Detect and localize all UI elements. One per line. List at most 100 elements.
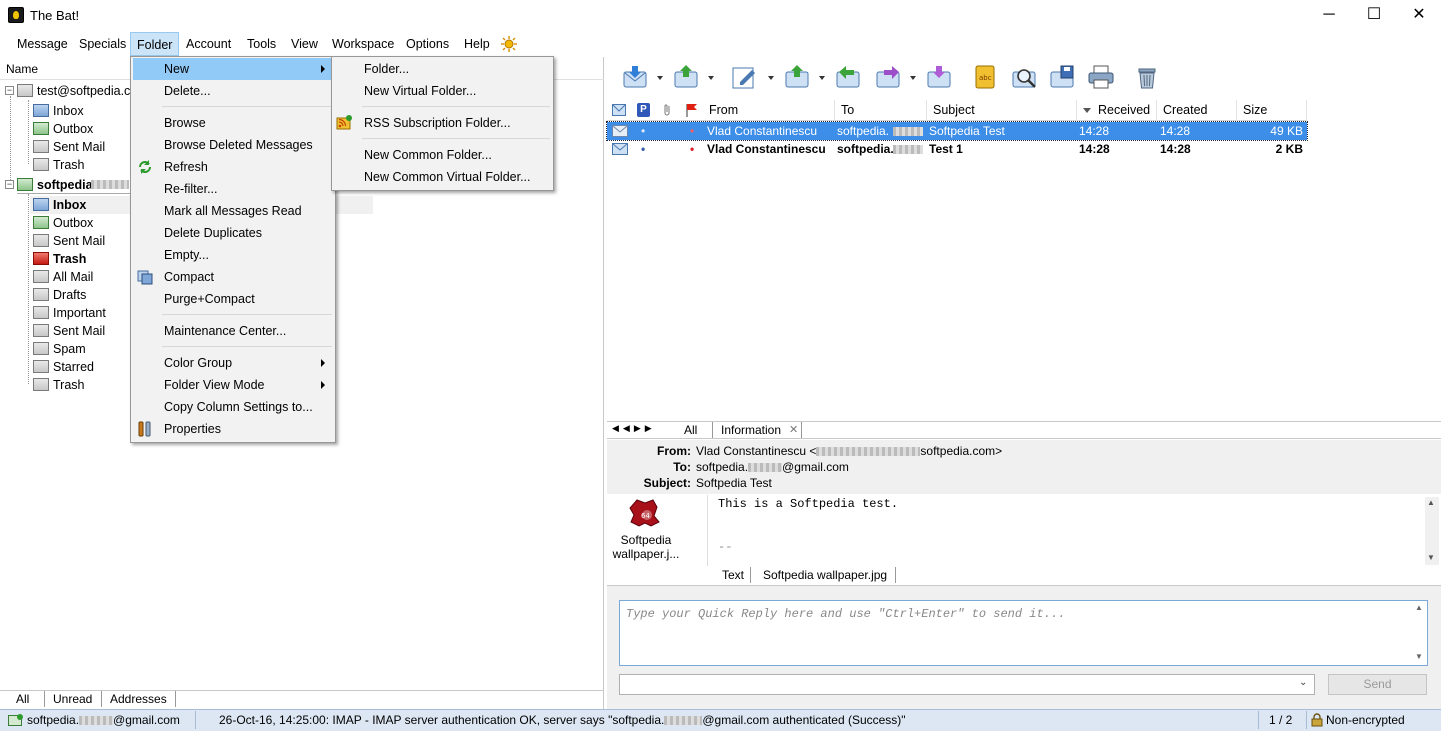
account-test[interactable]: test@softpedia.co (17, 82, 137, 100)
tab-all[interactable]: All (8, 691, 37, 707)
submenu-item-virtual-folder[interactable]: New Virtual Folder... (364, 80, 476, 102)
flag-column-icon[interactable] (685, 103, 699, 117)
send-mail-icon[interactable] (673, 64, 701, 90)
chevron-down-icon[interactable]: ⌄ (1299, 677, 1307, 688)
envelope-column-icon[interactable] (612, 104, 626, 116)
column-from[interactable]: From (703, 100, 835, 121)
menu-folder[interactable]: Folder (130, 32, 180, 56)
close-button[interactable]: ✕ (1396, 0, 1441, 30)
menu-item-delete[interactable]: Delete... (164, 80, 211, 102)
print-icon[interactable] (1087, 64, 1115, 90)
menu-workspace[interactable]: Workspace (326, 32, 400, 56)
folder-starred[interactable]: Starred (33, 358, 133, 376)
column-size[interactable]: Size (1237, 100, 1307, 121)
submenu-item-common-folder[interactable]: New Common Folder... (364, 144, 492, 166)
menu-item-empty[interactable]: Empty... (164, 244, 209, 266)
folder-sent-mail[interactable]: Sent Mail (33, 232, 133, 250)
menu-options[interactable]: Options (400, 32, 455, 56)
status-account[interactable]: softpedia. @gmail.com (27, 713, 180, 727)
folder-outbox[interactable]: Outbox (33, 214, 133, 232)
tab-unread[interactable]: Unread (44, 691, 100, 707)
folder-spam[interactable]: Spam (33, 340, 133, 358)
dropdown-arrow[interactable] (768, 76, 774, 80)
folder-trash[interactable]: Trash (33, 156, 133, 174)
dropdown-arrow[interactable] (819, 76, 825, 80)
folder-all-mail[interactable]: All Mail (33, 268, 133, 286)
reply-all-icon[interactable] (835, 64, 863, 90)
get-mail-icon[interactable] (622, 64, 650, 90)
dropdown-arrow[interactable] (708, 76, 714, 80)
menu-item-maintenance[interactable]: Maintenance Center... (164, 320, 286, 342)
menu-item-delete-duplicates[interactable]: Delete Duplicates (164, 222, 262, 244)
message-row[interactable]: • • Vlad Constantinescu softpedia. Test … (607, 140, 1307, 158)
menu-item-copy-column-settings[interactable]: Copy Column Settings to... (164, 396, 313, 418)
find-icon[interactable] (1011, 64, 1039, 90)
priority-column-icon[interactable]: P (637, 103, 650, 117)
menu-item-new[interactable] (133, 58, 333, 80)
tab-attachment[interactable]: Softpedia wallpaper.jpg (750, 567, 897, 583)
tab-nav-arrows[interactable]: ◀◀▶▶ (612, 423, 656, 434)
tab-addresses[interactable]: Addresses (101, 691, 176, 707)
submenu-item-folder[interactable]: Folder... (364, 58, 409, 80)
submenu-item-common-virtual-folder[interactable]: New Common Virtual Folder... (364, 166, 531, 188)
menu-item-compact[interactable]: Compact (164, 266, 214, 288)
compose-icon[interactable] (731, 64, 759, 90)
image-attachment-icon[interactable]: 64 (629, 498, 663, 528)
menu-message[interactable]: Message (11, 32, 74, 56)
menu-item-purge-compact[interactable]: Purge+Compact (164, 288, 255, 310)
submenu-item-rss-folder[interactable]: RSS Subscription Folder... (364, 112, 511, 134)
scroll-up-icon[interactable]: ▲ (1415, 603, 1423, 612)
folder-drafts[interactable]: Drafts (33, 286, 133, 304)
redirect-icon[interactable] (926, 64, 954, 90)
dropdown-arrow[interactable] (657, 76, 663, 80)
forward-icon[interactable] (875, 64, 903, 90)
reply-icon[interactable] (784, 64, 812, 90)
message-row[interactable]: • • Vlad Constantinescu softpedia. Softp… (606, 121, 1308, 141)
save-icon[interactable] (1049, 64, 1077, 90)
menu-view[interactable]: View (285, 32, 324, 56)
menu-tools[interactable]: Tools (241, 32, 282, 56)
folder-important[interactable]: Important (33, 304, 133, 322)
delete-icon[interactable] (1133, 64, 1161, 90)
minimize-button[interactable]: ─ (1306, 0, 1352, 30)
menu-specials[interactable]: Specials (73, 32, 132, 56)
dropdown-arrow[interactable] (910, 76, 916, 80)
folder-outbox[interactable]: Outbox (33, 120, 133, 138)
menu-item-browse[interactable]: Browse (164, 112, 206, 134)
folder-trash[interactable]: Trash (33, 250, 133, 268)
scroll-up-icon[interactable]: ▲ (1427, 498, 1435, 507)
menu-item-folder-view-mode[interactable]: Folder View Mode (164, 374, 265, 396)
template-select[interactable] (619, 674, 1315, 695)
menu-item-browse-deleted[interactable]: Browse Deleted Messages (164, 134, 313, 156)
maximize-button[interactable]: ☐ (1351, 0, 1397, 30)
tab-all[interactable]: All (678, 422, 703, 438)
menu-item-properties[interactable]: Properties (164, 418, 221, 440)
menu-item-mark-read[interactable]: Mark all Messages Read (164, 200, 302, 222)
folder-sent-mail-2[interactable]: Sent Mail (33, 322, 133, 340)
menu-account[interactable]: Account (180, 32, 237, 56)
collapse-toggle[interactable]: − (5, 86, 14, 95)
attachment-filename[interactable]: Softpedia wallpaper.j... (607, 533, 685, 561)
tab-text[interactable]: Text (714, 567, 752, 583)
column-subject[interactable]: Subject (927, 100, 1077, 121)
sun-icon[interactable] (501, 36, 517, 52)
folder-sent-mail[interactable]: Sent Mail (33, 138, 133, 156)
attachment-column-icon[interactable] (661, 103, 673, 117)
message-subject: Test 1 (929, 142, 963, 156)
sort-descending-icon[interactable] (1083, 108, 1091, 113)
address-book-icon[interactable]: abc (971, 64, 999, 90)
collapse-toggle[interactable]: − (5, 180, 14, 189)
folder-inbox[interactable]: Inbox (33, 196, 133, 214)
folder-trash-2[interactable]: Trash (33, 376, 133, 394)
scroll-down-icon[interactable]: ▼ (1427, 553, 1435, 562)
scroll-down-icon[interactable]: ▼ (1415, 652, 1423, 661)
menu-help[interactable]: Help (458, 32, 496, 56)
menu-item-refilter[interactable]: Re-filter... (164, 178, 218, 200)
folder-inbox[interactable]: Inbox (33, 102, 133, 120)
close-tab-icon[interactable]: ✕ (789, 423, 798, 436)
send-button[interactable]: Send (1328, 674, 1427, 695)
column-created[interactable]: Created (1157, 100, 1237, 121)
column-to[interactable]: To (835, 100, 927, 121)
menu-item-refresh[interactable]: Refresh (164, 156, 208, 178)
menu-item-color-group[interactable]: Color Group (164, 352, 232, 374)
